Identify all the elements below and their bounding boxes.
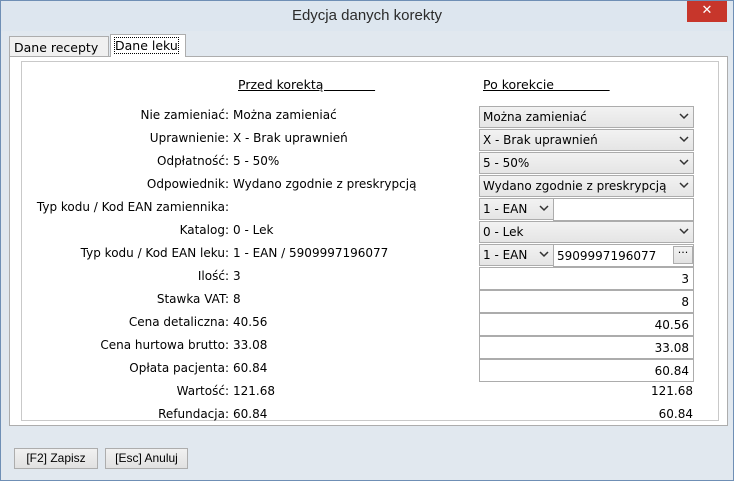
refund-before-value: 60.84 [233, 407, 268, 421]
substitute-code-label: Typ kodu / Kod EAN zamiennika: [36, 200, 229, 214]
chevron-down-icon [679, 182, 689, 189]
cancel-button[interactable]: [Esc] Anuluj [105, 448, 188, 469]
drug-code-type-select[interactable]: 1 - EAN [479, 244, 554, 266]
title-bar: Edycja danych korekty ✕ [1, 1, 733, 31]
entitlement-label: Uprawnienie: [149, 131, 229, 145]
entitlement-before-value: X - Brak uprawnień [233, 131, 348, 145]
wholesale-price-label: Cena hurtowa brutto: [100, 338, 229, 352]
refund-after-value: 60.84 [658, 407, 693, 421]
entitlement-select-value: X - Brak uprawnień [483, 133, 598, 147]
browse-button[interactable]: ··· [673, 246, 693, 264]
payment-select[interactable]: 5 - 50% [479, 152, 694, 174]
substitute-label: Nie zamieniać: [140, 108, 230, 122]
catalog-label: Katalog: [179, 223, 229, 237]
tab-prescription-data-label: Dane recepty [14, 40, 99, 55]
counterpart-before-value: Wydano zgodnie z preskrypcją [233, 177, 417, 191]
counterpart-label: Odpowiednik: [146, 177, 229, 191]
wholesale-price-before-value: 33.08 [233, 338, 268, 352]
substitute-select-value: Można zamieniać [483, 110, 587, 124]
tab-prescription-data[interactable]: Dane recepty [9, 36, 109, 57]
substitute-code-type-value: 1 - EAN [483, 202, 528, 216]
tab-drug-data[interactable]: Dane leku [110, 34, 186, 57]
chevron-down-icon [679, 113, 689, 120]
retail-price-label: Cena detaliczna: [128, 315, 229, 329]
counterpart-select[interactable]: Wydano zgodnie z preskrypcją [479, 175, 694, 197]
value-label: Wartość: [176, 384, 229, 398]
chevron-down-icon [539, 205, 549, 212]
vat-input[interactable]: 8 [479, 290, 694, 313]
ellipsis-icon: ··· [677, 246, 689, 259]
catalog-select-value: 0 - Lek [483, 225, 524, 239]
tab-panel: Przed korektą Po korekcie Nie zamieniać:… [9, 56, 728, 426]
entitlement-select[interactable]: X - Brak uprawnień [479, 129, 694, 151]
drug-code-type-value: 1 - EAN [483, 248, 528, 262]
quantity-input[interactable]: 3 [479, 267, 694, 290]
retail-price-input[interactable]: 40.56 [479, 313, 694, 336]
value-after-value: 121.68 [651, 384, 693, 398]
value-before-value: 121.68 [233, 384, 275, 398]
substitute-before-value: Można zamieniać [233, 108, 337, 122]
wholesale-price-input[interactable]: 33.08 [479, 336, 694, 359]
substitute-code-input[interactable] [553, 198, 694, 221]
drug-code-label: Typ kodu / Kod EAN leku: [80, 246, 229, 260]
before-header: Przed korektą [238, 77, 376, 92]
catalog-select[interactable]: 0 - Lek [479, 221, 694, 243]
payment-label: Odpłatność: [157, 154, 229, 168]
substitute-select[interactable]: Można zamieniać [479, 106, 694, 128]
chevron-down-icon [539, 251, 549, 258]
chevron-down-icon [679, 228, 689, 235]
payment-select-value: 5 - 50% [483, 156, 530, 170]
patient-fee-input[interactable]: 60.84 [479, 359, 694, 382]
dialog-window: Edycja danych korekty ✕ Dane recepty Dan… [0, 0, 734, 481]
close-icon: ✕ [701, 3, 713, 18]
drug-code-before-value: 1 - EAN / 5909997196077 [233, 246, 389, 260]
refund-label: Refundacja: [158, 407, 229, 421]
substitute-code-type-select[interactable]: 1 - EAN [479, 198, 554, 220]
window-title: Edycja danych korekty [291, 7, 443, 24]
chevron-down-icon [679, 159, 689, 166]
retail-price-before-value: 40.56 [233, 315, 268, 329]
patient-fee-label: Opłata pacjenta: [129, 361, 229, 375]
vat-label: Stawka VAT: [156, 292, 229, 306]
tab-drug-data-label: Dane leku [114, 37, 179, 54]
correction-group: Przed korektą Po korekcie Nie zamieniać:… [21, 61, 719, 421]
chevron-down-icon [679, 136, 689, 143]
close-button[interactable]: ✕ [687, 1, 727, 22]
vat-before-value: 8 [233, 292, 241, 306]
payment-before-value: 5 - 50% [233, 154, 280, 168]
counterpart-select-value: Wydano zgodnie z preskrypcją [483, 179, 667, 193]
quantity-before-value: 3 [233, 269, 241, 283]
catalog-before-value: 0 - Lek [233, 223, 274, 237]
after-header: Po korekcie [483, 77, 610, 92]
quantity-label: Ilość: [197, 269, 229, 283]
patient-fee-before-value: 60.84 [233, 361, 268, 375]
save-button[interactable]: [F2] Zapisz [14, 448, 98, 469]
